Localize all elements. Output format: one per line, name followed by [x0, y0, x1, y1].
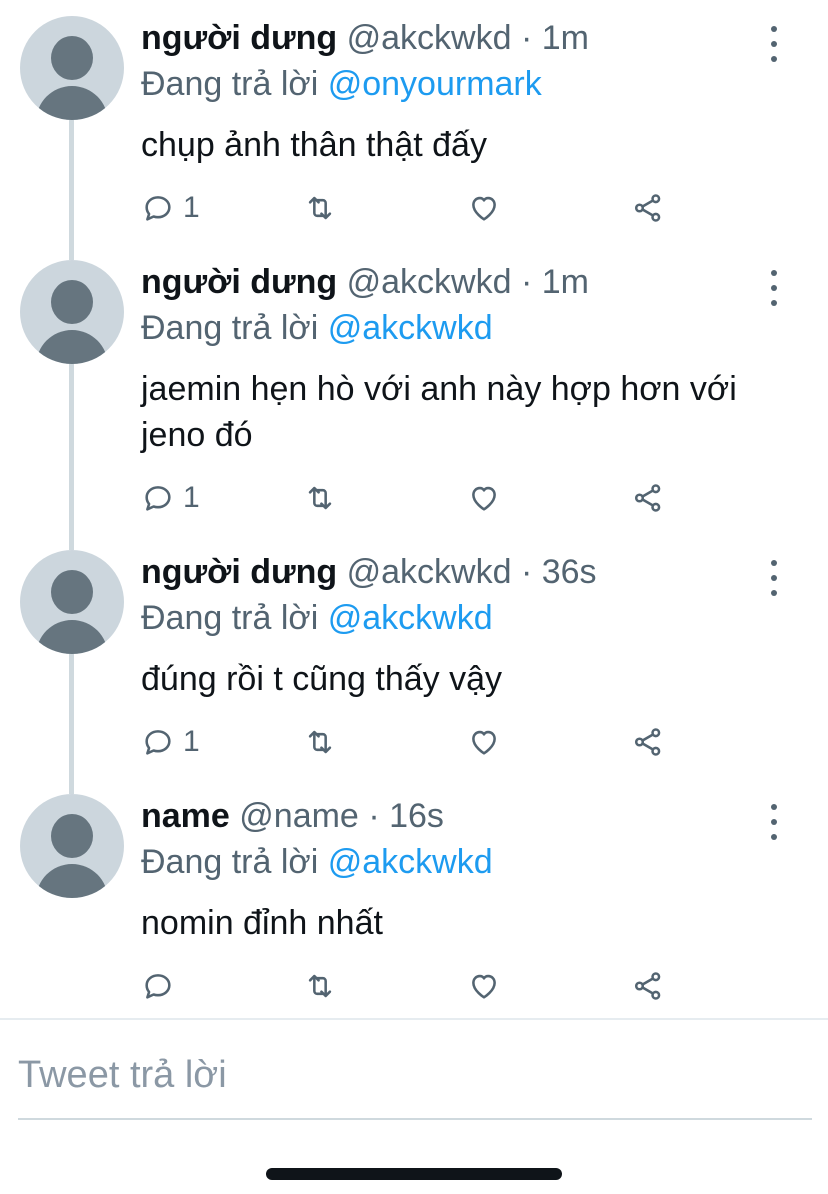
- tweet-text: jaemin hẹn hò với anh này hợp hơn với je…: [141, 370, 737, 454]
- user-handle[interactable]: @akckwkd: [347, 553, 512, 591]
- timestamp[interactable]: 36s: [542, 553, 597, 591]
- reply-button[interactable]: [141, 966, 183, 1006]
- share-icon: [634, 484, 661, 512]
- separator: ·: [368, 797, 380, 835]
- default-avatar-icon[interactable]: [20, 16, 124, 120]
- like-button[interactable]: [467, 478, 501, 518]
- reply-icon: [145, 730, 171, 755]
- display-name[interactable]: người dưng: [141, 263, 337, 301]
- reply-count: 1: [183, 481, 200, 514]
- default-avatar-icon[interactable]: [20, 260, 124, 364]
- like-button[interactable]: [467, 188, 501, 228]
- separator: ·: [520, 553, 533, 591]
- tweet-actions: [141, 966, 701, 1006]
- share-icon: [634, 194, 661, 222]
- reply-placeholder: Tweet trả lời: [18, 1054, 227, 1096]
- retweet-icon: [308, 486, 332, 510]
- reply-compose-field[interactable]: Tweet trả lời: [18, 1046, 812, 1120]
- home-indicator[interactable]: [266, 1168, 562, 1180]
- tweet-actions: 1: [141, 478, 701, 518]
- reply-count: 1: [183, 191, 200, 224]
- tweet-actions: 1: [141, 722, 701, 762]
- like-icon: [472, 730, 496, 755]
- user-handle[interactable]: @akckwkd: [347, 263, 512, 301]
- timestamp[interactable]: 16s: [389, 797, 444, 835]
- replying-to: Đang trả lời @onyourmark: [141, 64, 542, 104]
- replying-to-label: Đang trả lời: [141, 309, 319, 347]
- display-name[interactable]: người dưng: [141, 553, 337, 591]
- tweet-header: người dưng @akckwkd · 1m: [141, 262, 589, 302]
- reply-icon: [145, 974, 171, 999]
- reply-icon: [145, 196, 171, 221]
- more-options-icon[interactable]: [760, 26, 788, 62]
- tweet-header: name @name · 16s: [141, 796, 444, 836]
- replying-to-handle[interactable]: @akckwkd: [328, 599, 493, 637]
- like-button[interactable]: [467, 722, 501, 762]
- replying-to-label: Đang trả lời: [141, 65, 319, 103]
- replying-to: Đang trả lời @akckwkd: [141, 598, 493, 638]
- separator: ·: [520, 263, 533, 301]
- reply-button[interactable]: 1: [141, 188, 200, 228]
- retweet-button[interactable]: [303, 188, 337, 228]
- share-icon: [634, 728, 661, 756]
- tweet-actions: 1: [141, 188, 701, 228]
- tweet-header: người dưng @akckwkd · 36s: [141, 552, 597, 592]
- divider: [0, 1018, 828, 1020]
- thread-connector: [69, 120, 74, 260]
- replying-to-handle[interactable]: @onyourmark: [328, 65, 542, 103]
- separator: ·: [520, 19, 533, 57]
- tweet-text: chụp ảnh thân thật đấy: [141, 126, 487, 164]
- like-icon: [472, 196, 496, 221]
- reply-count: 1: [183, 725, 200, 758]
- retweet-icon: [308, 974, 332, 998]
- timestamp[interactable]: 1m: [542, 19, 589, 57]
- retweet-button[interactable]: [303, 478, 337, 518]
- more-options-icon[interactable]: [760, 804, 788, 840]
- share-button[interactable]: [631, 966, 665, 1006]
- retweet-icon: [308, 196, 332, 220]
- retweet-icon: [308, 730, 332, 754]
- like-icon: [472, 974, 496, 999]
- share-button[interactable]: [631, 478, 665, 518]
- replying-to: Đang trả lời @akckwkd: [141, 308, 493, 348]
- reply-button[interactable]: 1: [141, 722, 200, 762]
- retweet-button[interactable]: [303, 722, 337, 762]
- replying-to-handle[interactable]: @akckwkd: [328, 843, 493, 881]
- default-avatar-icon[interactable]: [20, 550, 124, 654]
- tweet-text: nomin đỉnh nhất: [141, 904, 383, 942]
- timestamp[interactable]: 1m: [542, 263, 589, 301]
- share-button[interactable]: [631, 188, 665, 228]
- replying-to-handle[interactable]: @akckwkd: [328, 309, 493, 347]
- tweet-text: đúng rồi t cũng thấy vậy: [141, 660, 503, 698]
- replying-to-label: Đang trả lời: [141, 843, 319, 881]
- replying-to: Đang trả lời @akckwkd: [141, 842, 493, 882]
- more-options-icon[interactable]: [760, 560, 788, 596]
- reply-button[interactable]: 1: [141, 478, 200, 518]
- retweet-button[interactable]: [303, 966, 337, 1006]
- share-icon: [634, 972, 661, 1000]
- tweet-header: người dưng @akckwkd · 1m: [141, 18, 589, 58]
- thread-connector: [69, 654, 74, 794]
- like-button[interactable]: [467, 966, 501, 1006]
- display-name[interactable]: name: [141, 797, 230, 835]
- display-name[interactable]: người dưng: [141, 19, 337, 57]
- like-icon: [472, 486, 496, 511]
- reply-icon: [145, 486, 171, 511]
- replying-to-label: Đang trả lời: [141, 599, 319, 637]
- share-button[interactable]: [631, 722, 665, 762]
- user-handle[interactable]: @akckwkd: [347, 19, 512, 57]
- default-avatar-icon[interactable]: [20, 794, 124, 898]
- user-handle[interactable]: @name: [239, 797, 359, 835]
- thread-connector: [69, 364, 74, 550]
- more-options-icon[interactable]: [760, 270, 788, 306]
